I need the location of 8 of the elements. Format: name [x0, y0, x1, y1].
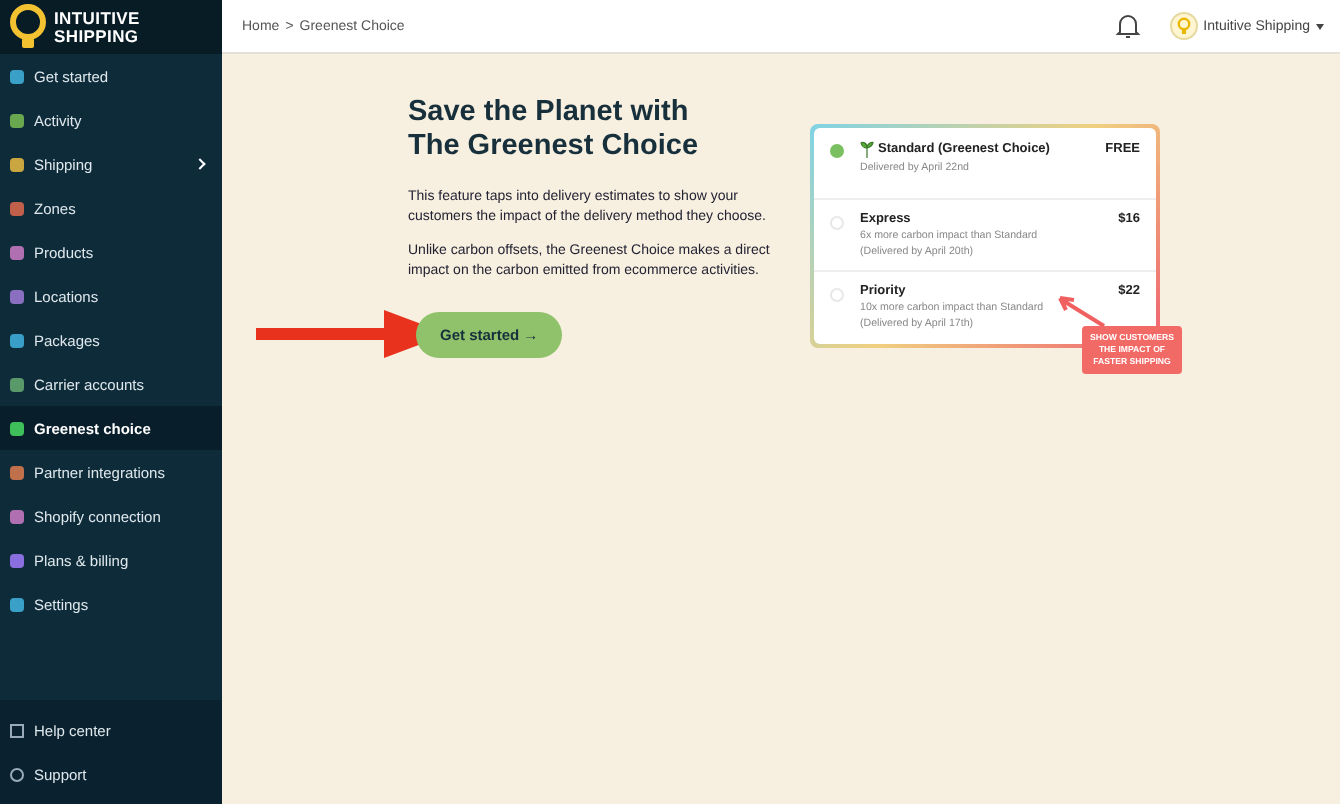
- leader-line: [1054, 292, 1106, 328]
- page-title: Save the Planet with The Greenest Choice: [408, 96, 701, 164]
- lightbulb-logo-icon: [10, 3, 46, 51]
- brand-name: INTUITIVE SHIPPING: [54, 10, 140, 44]
- radio-button[interactable]: [830, 144, 844, 158]
- bell-icon[interactable]: [1113, 12, 1142, 40]
- caret-icon: [1316, 23, 1324, 29]
- lightbulb-icon: [1169, 12, 1198, 40]
